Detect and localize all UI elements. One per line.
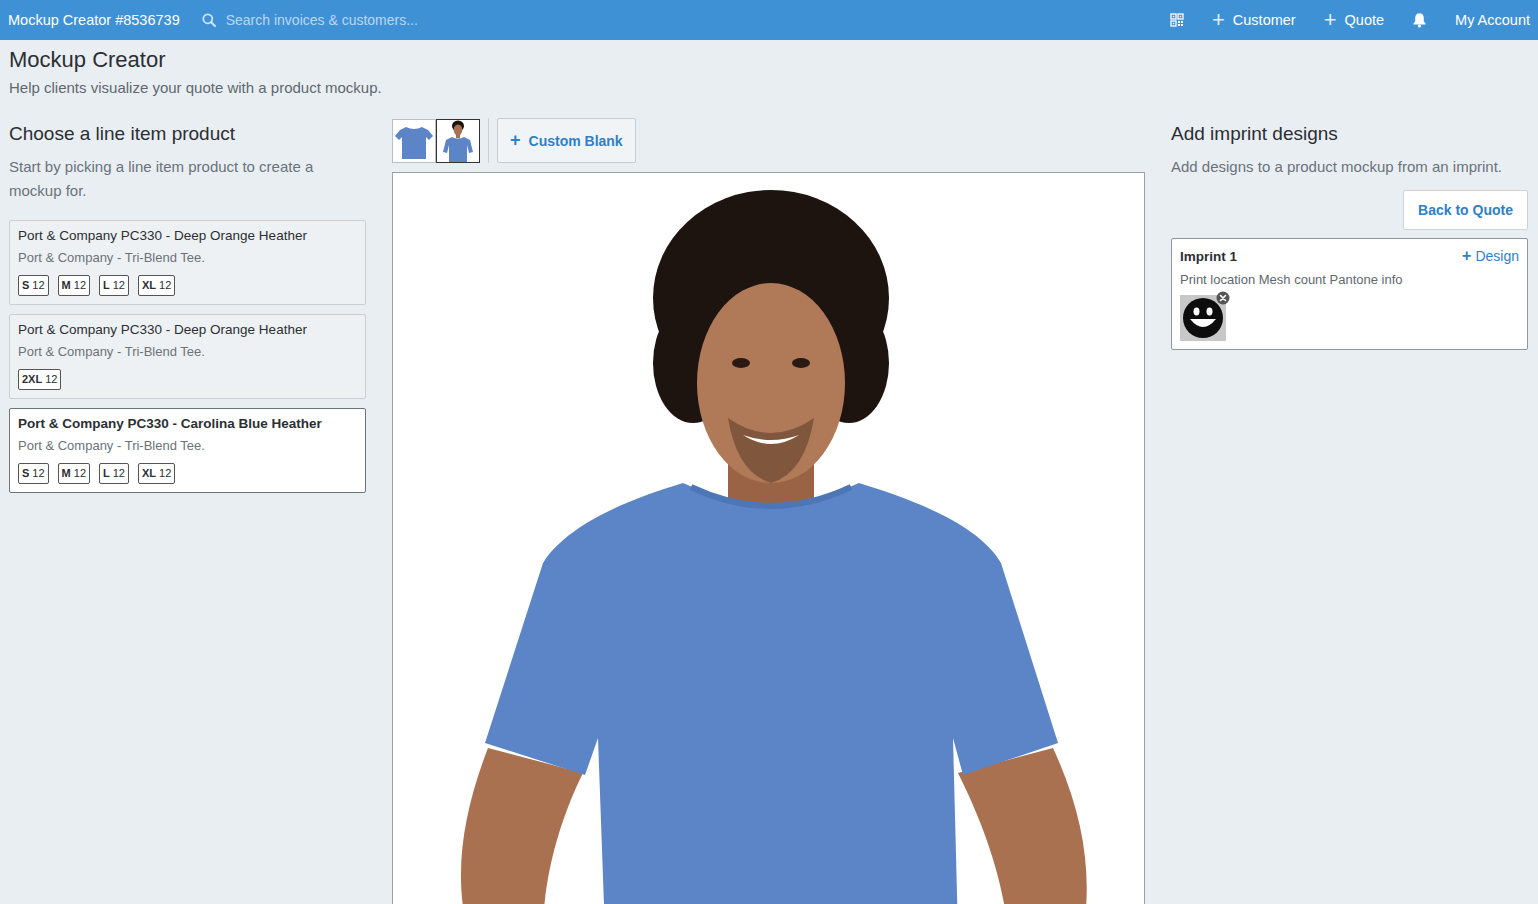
smiley-design-icon xyxy=(1182,297,1224,339)
size-list: 2XL12 xyxy=(18,369,357,390)
product-description: Port & Company - Tri-Blend Tee. xyxy=(18,438,357,453)
size-label: M xyxy=(62,279,71,291)
imprint-card: Imprint 1 +Design Print location Mesh coun… xyxy=(1171,238,1528,350)
custom-blank-button[interactable]: + Custom Blank xyxy=(497,118,636,163)
top-actions: + Customer + Quote My Account xyxy=(1170,9,1530,31)
new-customer-button[interactable]: + Customer xyxy=(1212,9,1296,31)
size-label: S xyxy=(22,467,29,479)
add-design-button[interactable]: +Design xyxy=(1462,247,1519,265)
my-account-menu[interactable]: My Account xyxy=(1455,12,1530,28)
product-card[interactable]: Port & Company PC330 - Deep Orange Heath… xyxy=(9,314,366,399)
size-chip: 2XL12 xyxy=(18,369,61,390)
size-chip: XL12 xyxy=(138,463,175,484)
product-heading: Choose a line item product xyxy=(9,123,366,145)
view-thumbnail[interactable] xyxy=(392,119,436,163)
size-label: 2XL xyxy=(22,373,42,385)
flat-shirt-icon xyxy=(392,119,436,163)
size-qty: 12 xyxy=(32,279,44,291)
size-qty: 12 xyxy=(45,373,57,385)
size-list: S12M12L12XL12 xyxy=(18,275,357,296)
size-chip: S12 xyxy=(18,275,49,296)
search-icon xyxy=(202,13,216,27)
page-subtitle: Help clients visualize your quote with a… xyxy=(9,79,1528,96)
size-qty: 12 xyxy=(159,467,171,479)
product-card[interactable]: Port & Company PC330 - Carolina Blue Hea… xyxy=(9,408,366,493)
size-list: S12M12L12XL12 xyxy=(18,463,357,484)
model-shirt-icon xyxy=(436,119,480,163)
product-name: Port & Company PC330 - Carolina Blue Hea… xyxy=(18,416,357,431)
product-description: Port & Company - Tri-Blend Tee. xyxy=(18,250,357,265)
size-qty: 12 xyxy=(113,467,125,479)
product-description: Start by picking a line item product to … xyxy=(9,155,366,203)
mockup-layout: Choose a line item product Start by picki… xyxy=(9,118,1528,904)
product-list: Port & Company PC330 - Deep Orange Heath… xyxy=(9,220,366,493)
page-content: Mockup Creator Help clients visualize you… xyxy=(0,47,1538,904)
remove-design-icon[interactable] xyxy=(1216,291,1230,305)
product-name: Port & Company PC330 - Deep Orange Heath… xyxy=(18,322,357,337)
product-description: Port & Company - Tri-Blend Tee. xyxy=(18,344,357,359)
size-label: L xyxy=(103,467,110,479)
back-to-quote-button[interactable]: Back to Quote xyxy=(1403,190,1528,230)
plus-icon: + xyxy=(510,130,521,151)
top-bar: Mockup Creator #8536739 + Customer + Quote My… xyxy=(0,0,1538,40)
size-qty: 12 xyxy=(159,279,171,291)
plus-icon: + xyxy=(1462,247,1471,265)
toolbar-divider xyxy=(488,118,489,163)
size-chip: S12 xyxy=(18,463,49,484)
imprint-heading: Add imprint designs xyxy=(1171,123,1528,145)
imprint-actions: Back to Quote xyxy=(1171,190,1528,230)
size-qty: 12 xyxy=(113,279,125,291)
search-box[interactable] xyxy=(202,12,526,28)
product-card[interactable]: Port & Company PC330 - Deep Orange Heath… xyxy=(9,220,366,305)
product-column: Choose a line item product Start by picki… xyxy=(9,118,366,904)
plus-icon: + xyxy=(1212,9,1225,31)
view-toolbar: + Custom Blank xyxy=(392,118,1145,163)
mockup-canvas[interactable] xyxy=(392,172,1145,904)
view-thumbnails xyxy=(392,119,480,163)
button-label: Custom Blank xyxy=(529,133,623,149)
notifications-bell-icon[interactable] xyxy=(1412,12,1427,28)
new-quote-button[interactable]: + Quote xyxy=(1324,9,1384,31)
size-chip: L12 xyxy=(99,463,129,484)
imprint-name: Imprint 1 xyxy=(1180,249,1237,264)
size-chip: XL12 xyxy=(138,275,175,296)
plus-icon: + xyxy=(1324,9,1337,31)
page-title: Mockup Creator xyxy=(9,47,1528,73)
action-label: Quote xyxy=(1345,12,1385,28)
design-thumbnail[interactable] xyxy=(1180,295,1226,341)
size-qty: 12 xyxy=(74,279,86,291)
qr-code-icon xyxy=(1170,13,1184,27)
imprint-column: Add imprint designs Add designs to a prod… xyxy=(1171,118,1528,904)
design-list xyxy=(1180,295,1519,341)
view-kind xyxy=(392,119,436,163)
search-input[interactable] xyxy=(226,12,526,28)
size-qty: 12 xyxy=(74,467,86,479)
mockup-product-image xyxy=(393,173,1144,904)
app-title[interactable]: Mockup Creator #8536739 xyxy=(8,12,180,28)
view-thumbnail[interactable] xyxy=(436,119,480,163)
size-label: L xyxy=(103,279,110,291)
product-name: Port & Company PC330 - Deep Orange Heath… xyxy=(18,228,357,243)
action-label: Customer xyxy=(1233,12,1296,28)
imprint-header: Imprint 1 +Design xyxy=(1180,247,1519,265)
size-label: XL xyxy=(142,279,156,291)
size-chip: M12 xyxy=(58,275,90,296)
size-qty: 12 xyxy=(32,467,44,479)
imprint-details: Print location Mesh count Pantone info xyxy=(1180,272,1519,287)
imprint-description: Add designs to a product mockup from an … xyxy=(1171,155,1528,179)
view-kind xyxy=(436,119,480,163)
mockup-column: + Custom Blank xyxy=(392,118,1145,904)
size-chip: M12 xyxy=(58,463,90,484)
size-chip: L12 xyxy=(99,275,129,296)
size-label: XL xyxy=(142,467,156,479)
size-label: M xyxy=(62,467,71,479)
size-label: S xyxy=(22,279,29,291)
button-label: Design xyxy=(1475,248,1519,264)
